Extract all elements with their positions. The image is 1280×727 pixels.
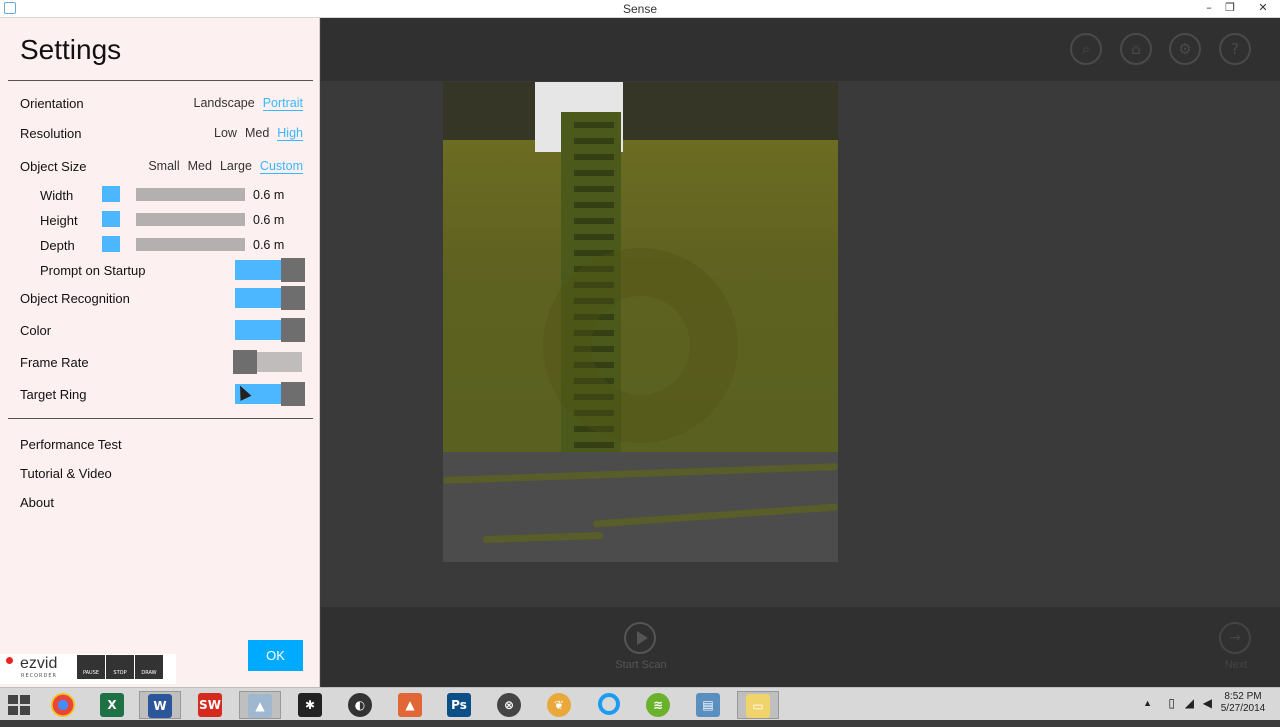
ok-button[interactable]: OK bbox=[248, 640, 303, 671]
width-slider[interactable] bbox=[102, 186, 245, 202]
object-size-label: Object Size bbox=[20, 159, 87, 174]
width-value: 0.6 m bbox=[253, 188, 285, 202]
gear-icon[interactable]: ⚙ bbox=[1169, 33, 1201, 65]
divider bbox=[8, 80, 313, 81]
object-recognition-toggle[interactable] bbox=[235, 286, 305, 310]
play-icon[interactable] bbox=[624, 622, 656, 654]
help-icon[interactable]: ? bbox=[1219, 33, 1251, 65]
pause-button[interactable]: PAUSE bbox=[77, 655, 105, 679]
usb-icon[interactable]: ▯ bbox=[1168, 696, 1175, 710]
scan-workspace: ⌕ ⌂ ⚙ ? Start Scan → Next bbox=[321, 18, 1280, 687]
bottom-toolbar: Start Scan → Next bbox=[321, 607, 1280, 687]
zbrush-icon[interactable]: ✱ bbox=[289, 691, 331, 719]
network-icon[interactable]: ◢ bbox=[1185, 696, 1194, 710]
color-label: Color bbox=[20, 323, 52, 338]
width-label: Width bbox=[40, 188, 74, 203]
slider-thumb[interactable] bbox=[102, 211, 120, 227]
slider-thumb[interactable] bbox=[102, 236, 120, 252]
slider-track[interactable] bbox=[136, 213, 245, 226]
prompt-on-startup-toggle[interactable] bbox=[235, 258, 305, 282]
size-large[interactable]: Large bbox=[220, 159, 252, 174]
resolution-high[interactable]: High bbox=[277, 126, 303, 141]
start-scan-label[interactable]: Start Scan bbox=[596, 659, 686, 671]
height-slider[interactable] bbox=[102, 211, 245, 227]
recorder-sub: RECORDER bbox=[21, 673, 58, 679]
inkscape-icon[interactable]: ◐ bbox=[339, 691, 381, 719]
stop-button[interactable]: STOP bbox=[106, 655, 134, 679]
restore-button[interactable]: ❐ bbox=[1217, 0, 1243, 18]
scan-search-icon[interactable]: ⌕ bbox=[1070, 33, 1102, 65]
prompt-on-startup-label: Prompt on Startup bbox=[40, 263, 146, 278]
orientation-portrait[interactable]: Portrait bbox=[262, 96, 303, 111]
volume-icon[interactable]: ◀ bbox=[1203, 696, 1212, 710]
taskbar: X W SW ▲ ✱ ◐ ▲ Ps ⊗ ❦ ≋ ▤ ▭ ▲ ▯ ◢ ◀ 8:52… bbox=[0, 687, 1280, 720]
height-value: 0.6 m bbox=[253, 213, 285, 227]
draw-button[interactable]: DRAW bbox=[135, 655, 163, 679]
resolution-med[interactable]: Med bbox=[245, 126, 269, 141]
start-button[interactable] bbox=[8, 695, 30, 715]
object-recognition-label: Object Recognition bbox=[20, 291, 130, 306]
home-icon[interactable]: ⌂ bbox=[1120, 33, 1152, 65]
fruity-loops-icon[interactable]: ❦ bbox=[538, 691, 580, 719]
resolution-options: Low Med High bbox=[214, 126, 303, 141]
frame-rate-label: Frame Rate bbox=[20, 355, 89, 370]
close-button[interactable]: ✕ bbox=[1250, 0, 1276, 18]
resolution-label: Resolution bbox=[20, 126, 82, 141]
chrome-icon[interactable] bbox=[42, 691, 84, 719]
orientation-options: Landscape Portrait bbox=[194, 96, 303, 111]
slider-track[interactable] bbox=[136, 238, 245, 251]
frame-rate-toggle[interactable] bbox=[233, 350, 305, 374]
window-title: Sense bbox=[622, 2, 658, 16]
media-icon[interactable]: ▤ bbox=[687, 691, 729, 719]
slider-thumb[interactable] bbox=[102, 186, 120, 202]
color-toggle[interactable] bbox=[235, 318, 305, 342]
spotify-icon[interactable]: ≋ bbox=[637, 691, 679, 719]
target-ring-label: Target Ring bbox=[20, 387, 87, 402]
record-dot-icon bbox=[6, 657, 13, 664]
excel-icon[interactable]: X bbox=[91, 691, 133, 719]
top-toolbar: ⌕ ⌂ ⚙ ? bbox=[321, 18, 1280, 81]
tray-expand-icon[interactable]: ▲ bbox=[1143, 698, 1152, 708]
depth-value: 0.6 m bbox=[253, 238, 285, 252]
settings-panel: Settings Orientation Landscape Portrait … bbox=[0, 18, 320, 687]
clock-date: 5/27/2014 bbox=[1220, 703, 1266, 714]
target-ring-icon bbox=[543, 248, 738, 443]
window-titlebar: Sense – ❐ ✕ bbox=[0, 0, 1280, 18]
divider bbox=[8, 418, 313, 419]
recorder-widget: ezvid RECORDER PAUSE STOP DRAW bbox=[0, 654, 176, 684]
object-size-options: Small Med Large Custom bbox=[148, 159, 303, 174]
word-icon[interactable]: W bbox=[139, 691, 181, 719]
size-small[interactable]: Small bbox=[148, 159, 179, 174]
tutorial-video-link[interactable]: Tutorial & Video bbox=[20, 466, 112, 481]
recorder-brand: ezvid bbox=[20, 655, 58, 672]
app-circle-icon[interactable]: ⊗ bbox=[488, 691, 530, 719]
slider-track[interactable] bbox=[136, 188, 245, 201]
depth-slider[interactable] bbox=[102, 236, 245, 252]
cortana-ring-icon[interactable] bbox=[588, 691, 630, 719]
solidworks-icon[interactable]: SW bbox=[189, 691, 231, 719]
photoshop-icon[interactable]: Ps bbox=[438, 691, 480, 719]
performance-test-link[interactable]: Performance Test bbox=[20, 437, 122, 452]
orientation-landscape[interactable]: Landscape bbox=[194, 96, 255, 111]
height-label: Height bbox=[40, 213, 78, 228]
matlab-icon[interactable]: ▲ bbox=[389, 691, 431, 719]
system-clock[interactable]: 8:52 PM 5/27/2014 bbox=[1218, 691, 1268, 715]
folder-icon[interactable]: ▭ bbox=[737, 691, 779, 719]
about-link[interactable]: About bbox=[20, 495, 54, 510]
resolution-low[interactable]: Low bbox=[214, 126, 237, 141]
next-arrow-icon[interactable]: → bbox=[1219, 622, 1251, 654]
orientation-label: Orientation bbox=[20, 96, 84, 111]
settings-heading: Settings bbox=[20, 34, 122, 65]
next-label[interactable]: Next bbox=[1216, 659, 1256, 671]
sense-icon[interactable]: ▲ bbox=[239, 691, 281, 719]
size-custom[interactable]: Custom bbox=[259, 159, 303, 174]
size-med[interactable]: Med bbox=[188, 159, 212, 174]
depth-label: Depth bbox=[40, 238, 75, 253]
clock-time: 8:52 PM bbox=[1224, 691, 1262, 702]
